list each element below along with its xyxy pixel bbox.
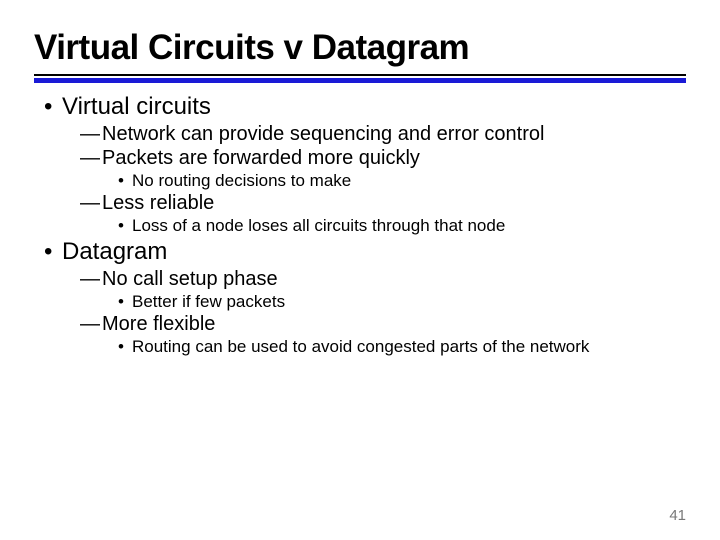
item-text: Routing can be used to avoid congested p… [132,337,589,356]
item-text: Packets are forwarded more quickly [102,147,420,169]
item-text: Virtual circuits [62,93,211,120]
list-item: •Better if few packets [118,292,686,312]
title-rule-top [34,74,686,76]
item-text: More flexible [102,313,215,335]
list-item: —Network can provide sequencing and erro… [80,123,686,146]
list-item: •Routing can be used to avoid congested … [118,337,686,357]
item-text: No routing decisions to make [132,171,351,190]
title-rule-bottom [34,78,686,83]
list-item: •Datagram [44,238,686,266]
item-text: Network can provide sequencing and error… [102,123,544,145]
list-item: —No call setup phase [80,268,686,291]
item-text: Loss of a node loses all circuits throug… [132,216,505,235]
item-text: Better if few packets [132,292,285,311]
slide-title: Virtual Circuits v Datagram [34,28,686,68]
list-item: —Packets are forwarded more quickly [80,147,686,170]
slide-body: •Virtual circuits —Network can provide s… [34,93,686,357]
list-item: •Loss of a node loses all circuits throu… [118,216,686,236]
item-text: No call setup phase [102,268,278,290]
page-number: 41 [669,507,686,524]
item-text: Datagram [62,238,167,265]
list-item: •Virtual circuits [44,93,686,121]
list-item: —Less reliable [80,192,686,215]
list-item: —More flexible [80,313,686,336]
list-item: •No routing decisions to make [118,171,686,191]
item-text: Less reliable [102,192,214,214]
